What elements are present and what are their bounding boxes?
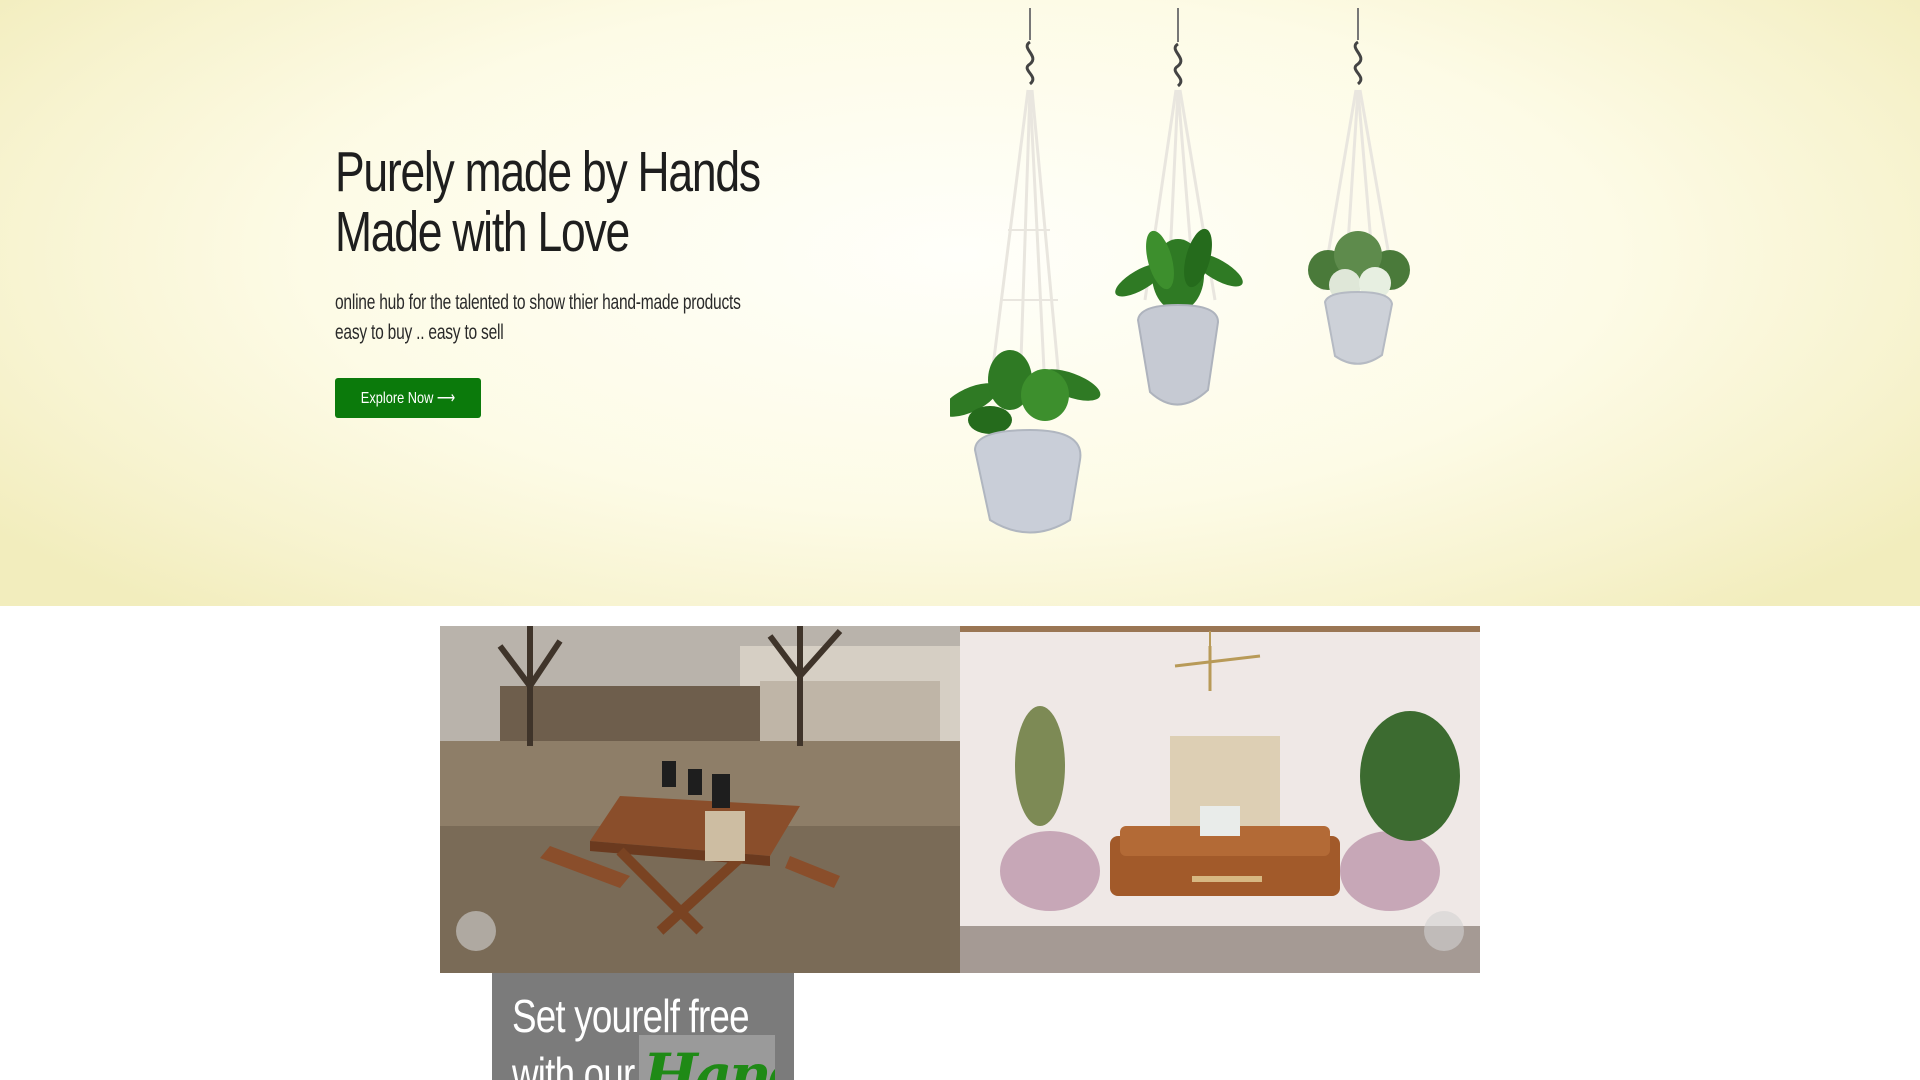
explore-now-label: Explore Now ⟶ xyxy=(360,390,456,407)
hanging-plants-image xyxy=(950,8,1410,534)
right-pot xyxy=(1323,290,1394,365)
right-plant-leaves xyxy=(1308,231,1410,301)
carousel-prev-button[interactable] xyxy=(456,911,496,951)
hanging-planter-left xyxy=(988,8,1062,391)
carousel-next-button[interactable] xyxy=(1424,911,1464,951)
promo-script-word: Hand xyxy=(643,1041,775,1080)
hero-subtitle: online hub for the talented to show thie… xyxy=(335,288,741,348)
left-pot xyxy=(973,428,1082,534)
living-room-macrame-photo xyxy=(960,626,1480,973)
image-carousel xyxy=(440,626,1480,973)
outdoor-picnic-table-photo xyxy=(440,626,960,973)
hero-subtitle-line-2: easy to buy .. easy to sell xyxy=(335,321,504,344)
hero-text-block: Purely made by Hands Made with Love onli… xyxy=(335,142,815,348)
promo-card: Set yourelf free with our Hand xyxy=(492,973,794,1080)
middle-plant-leaves xyxy=(1115,228,1243,311)
explore-now-button[interactable]: Explore Now ⟶ xyxy=(335,378,481,418)
promo-line-2: with our xyxy=(512,1048,635,1080)
promo-highlight-box: Hand xyxy=(639,1035,775,1080)
hero-title: Purely made by Hands Made with Love xyxy=(335,140,761,264)
hero-subtitle-line-1: online hub for the talented to show thie… xyxy=(335,291,741,314)
left-plant-leaves xyxy=(950,350,1101,434)
middle-pot xyxy=(1136,303,1220,406)
hero-title-line-2: Made with Love xyxy=(335,200,630,264)
hero-title-line-1: Purely made by Hands xyxy=(335,140,761,204)
hero-section: Purely made by Hands Made with Love onli… xyxy=(0,0,1920,606)
